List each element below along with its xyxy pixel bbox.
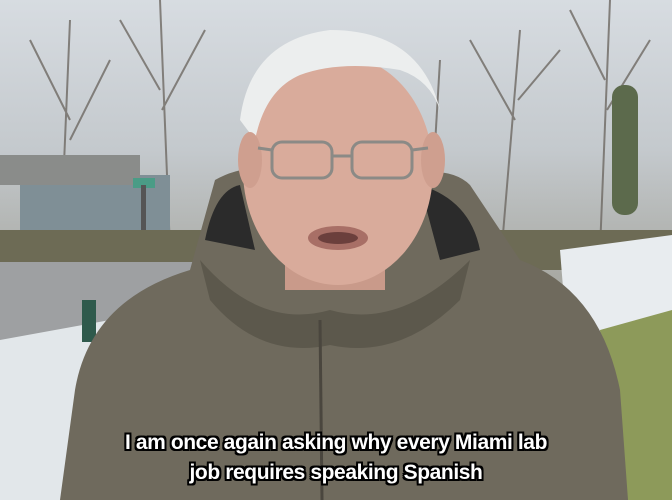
photo-scene [0, 0, 672, 500]
caption-line-1: I am once again asking why every Miami l… [124, 431, 548, 454]
meme-caption: I am once again asking why every Miami l… [36, 428, 636, 488]
caption-line-2: job requires speaking Spanish [189, 461, 483, 484]
evergreen-tree [612, 85, 638, 215]
bollard [82, 300, 96, 342]
meme-image: I am once again asking why every Miami l… [0, 0, 672, 500]
